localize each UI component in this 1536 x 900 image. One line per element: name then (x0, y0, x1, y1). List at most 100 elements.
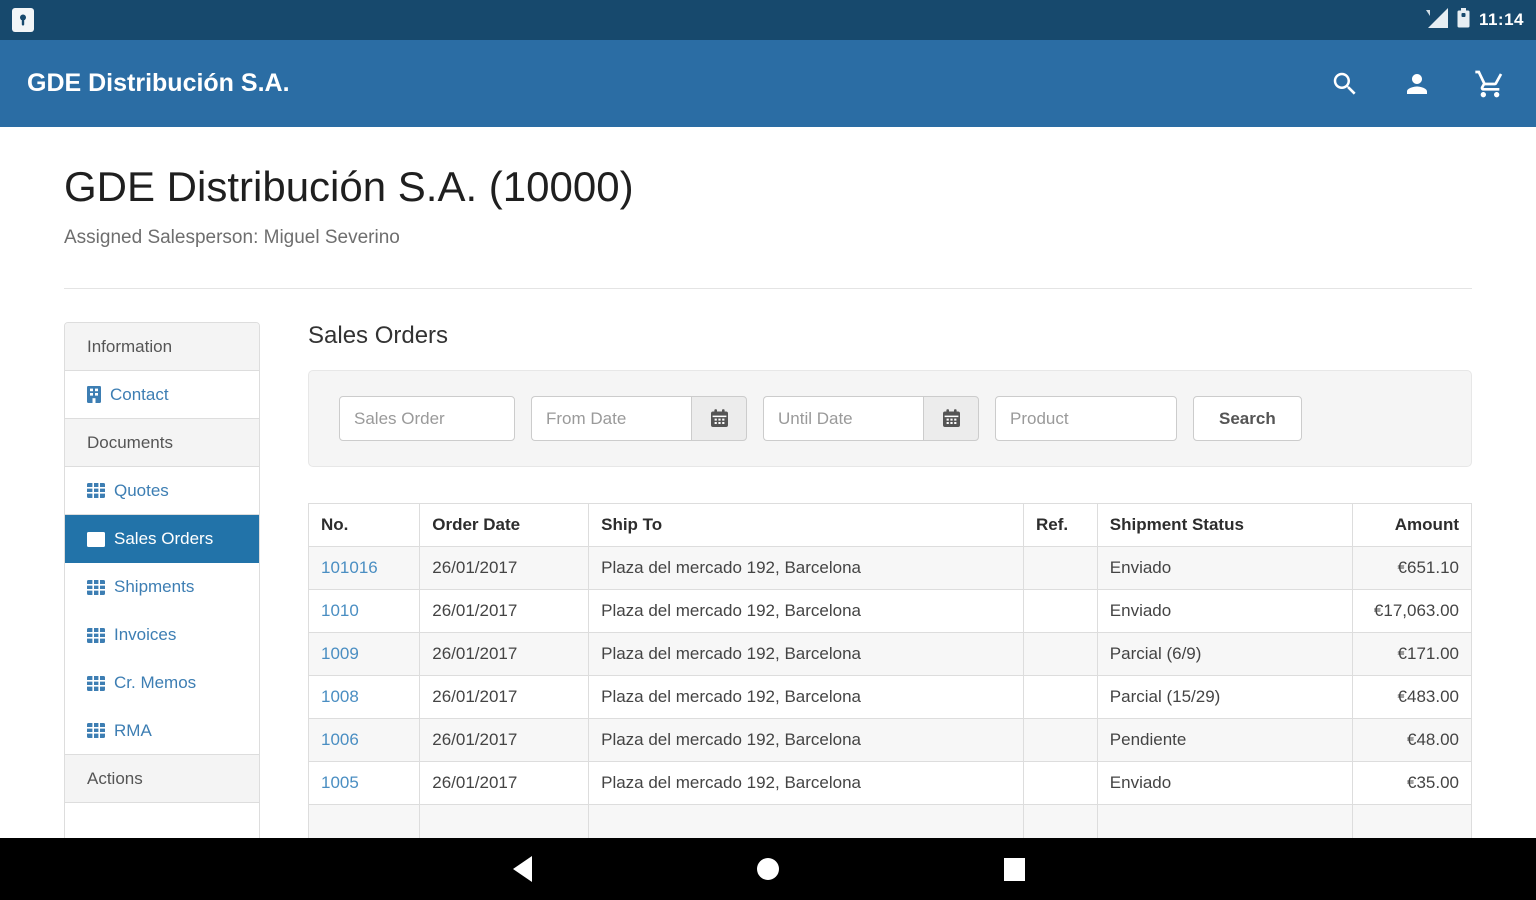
sales-orders-table: No. Order Date Ship To Ref. Shipment Status A… (307, 503, 1473, 838)
sidebar-item-label: RMA (114, 720, 152, 740)
ref-cell (1022, 632, 1098, 677)
column-header-no: No. (307, 503, 421, 548)
sales-order-input[interactable] (339, 396, 515, 442)
order-date-cell: 26/01/2017 (419, 632, 590, 677)
sidebar-partial-item (65, 803, 259, 838)
sidebar-item-information: Information (65, 323, 259, 372)
column-header-order-date: Order Date (419, 503, 590, 548)
cart-icon[interactable] (1474, 68, 1506, 100)
sidebar-item-quotes[interactable]: Quotes (65, 467, 259, 516)
sidebar-item-cr-memos[interactable]: Cr. Memos (65, 659, 259, 708)
amount-cell: €483.00 (1351, 675, 1473, 720)
shipment-status-cell: Enviado (1096, 761, 1353, 806)
order-date-cell: 26/01/2017 (419, 718, 590, 763)
order-number-cell: 1009 (307, 632, 421, 677)
building-icon (87, 386, 101, 404)
shipment-status-cell: Pendiente (1096, 718, 1353, 763)
order-number-link[interactable]: 1008 (321, 687, 359, 706)
account-icon[interactable] (1402, 69, 1432, 99)
recents-icon[interactable] (1000, 855, 1028, 883)
from-date-calendar-button[interactable] (691, 396, 747, 442)
table-icon (87, 627, 105, 643)
back-icon[interactable] (508, 855, 536, 883)
order-number-link[interactable]: 1010 (321, 601, 359, 620)
ref-cell (1022, 546, 1098, 591)
sidebar: Information Contact Documents Quotes Sales O… (64, 322, 260, 838)
sidebar-item-invoices[interactable]: Invoices (65, 611, 259, 660)
customer-title: GDE Distribución S.A. (10000) (64, 163, 634, 210)
sidebar-item-label: Shipments (114, 577, 195, 597)
from-date-input[interactable] (531, 396, 691, 442)
table-row: 1009 26/01/2017 Plaza del mercado 192, Bar… (307, 632, 1473, 677)
amount-cell: €171.00 (1351, 632, 1473, 677)
ref-cell (1022, 675, 1098, 720)
until-date-input[interactable] (763, 396, 923, 442)
sidebar-item-contact[interactable]: Contact (65, 371, 259, 420)
ship-to-cell: Plaza del mercado 192, Barcelona (588, 718, 1024, 763)
android-nav-bar (0, 838, 1536, 900)
battery-icon (1457, 7, 1470, 33)
order-date-cell: 26/01/2017 (419, 761, 590, 806)
empty-cell (419, 804, 590, 838)
empty-cell (1022, 804, 1098, 838)
clock-time: 11:14 (1478, 10, 1524, 29)
column-header-shipment-status: Shipment Status (1096, 503, 1353, 548)
ship-to-cell: Plaza del mercado 192, Barcelona (588, 632, 1024, 677)
ship-to-cell: Plaza del mercado 192, Barcelona (588, 761, 1024, 806)
sidebar-item-label: Quotes (114, 480, 169, 500)
ref-cell (1022, 589, 1098, 634)
empty-cell (588, 804, 1024, 838)
divider (64, 288, 1472, 290)
order-date-cell: 26/01/2017 (419, 675, 590, 720)
order-number-link[interactable]: 1005 (321, 773, 359, 792)
calendar-icon (942, 409, 960, 428)
sidebar-item-label: Cr. Memos (114, 673, 197, 693)
sidebar-item-label: Invoices (114, 625, 177, 645)
table-icon (87, 675, 105, 691)
ref-cell (1022, 718, 1098, 763)
sidebar-item-rma[interactable]: RMA (65, 707, 259, 756)
main-panel: Sales Orders Search (307, 322, 1473, 838)
table-header-row: No. Order Date Ship To Ref. Shipment Status A… (307, 503, 1473, 548)
app-title: GDE Distribución S.A. (27, 69, 290, 97)
search-button[interactable]: Search (1193, 396, 1302, 442)
filter-panel: Search (308, 370, 1472, 468)
sidebar-item-shipments[interactable]: Shipments (65, 563, 259, 612)
page-content: GDE Distribución S.A. (10000) Assigned S… (0, 127, 1536, 838)
order-number-link[interactable]: 1006 (321, 730, 359, 749)
amount-cell: €17,063.00 (1351, 589, 1473, 634)
order-date-cell: 26/01/2017 (419, 546, 590, 591)
product-input[interactable] (995, 396, 1177, 442)
table-icon (87, 579, 105, 595)
ref-cell (1022, 761, 1098, 806)
shipment-status-cell: Parcial (15/29) (1096, 675, 1353, 720)
ship-to-cell: Plaza del mercado 192, Barcelona (588, 675, 1024, 720)
search-icon[interactable] (1330, 69, 1360, 99)
table-row: 101016 26/01/2017 Plaza del mercado 192, B… (307, 546, 1473, 591)
order-date-cell: 26/01/2017 (419, 589, 590, 634)
order-number-link[interactable]: 1009 (321, 644, 359, 663)
sidebar-item-documents: Documents (65, 419, 259, 468)
empty-cell (1351, 804, 1473, 838)
empty-cell (1096, 804, 1353, 838)
section-title: Sales Orders (308, 322, 449, 350)
home-icon[interactable] (754, 855, 782, 883)
order-number-link[interactable]: 101016 (321, 558, 378, 577)
column-header-amount: Amount (1351, 503, 1473, 548)
calendar-icon (710, 409, 728, 428)
shipment-status-cell: Parcial (6/9) (1096, 632, 1353, 677)
table-icon (87, 531, 105, 547)
order-number-cell: 1005 (307, 761, 421, 806)
column-header-ship-to: Ship To (588, 503, 1024, 548)
sidebar-item-label: Actions (87, 768, 143, 788)
sidebar-item-actions: Actions (65, 755, 259, 804)
sidebar-item-sales-orders[interactable]: Sales Orders (65, 515, 259, 564)
order-number-cell: 1010 (307, 589, 421, 634)
order-number-cell: 1006 (307, 718, 421, 763)
until-date-calendar-button[interactable] (923, 396, 979, 442)
order-number-cell: 1008 (307, 675, 421, 720)
table-icon (87, 483, 105, 499)
sidebar-item-label: Information (87, 336, 173, 356)
column-header-ref: Ref. (1022, 503, 1098, 548)
empty-cell (307, 804, 421, 838)
